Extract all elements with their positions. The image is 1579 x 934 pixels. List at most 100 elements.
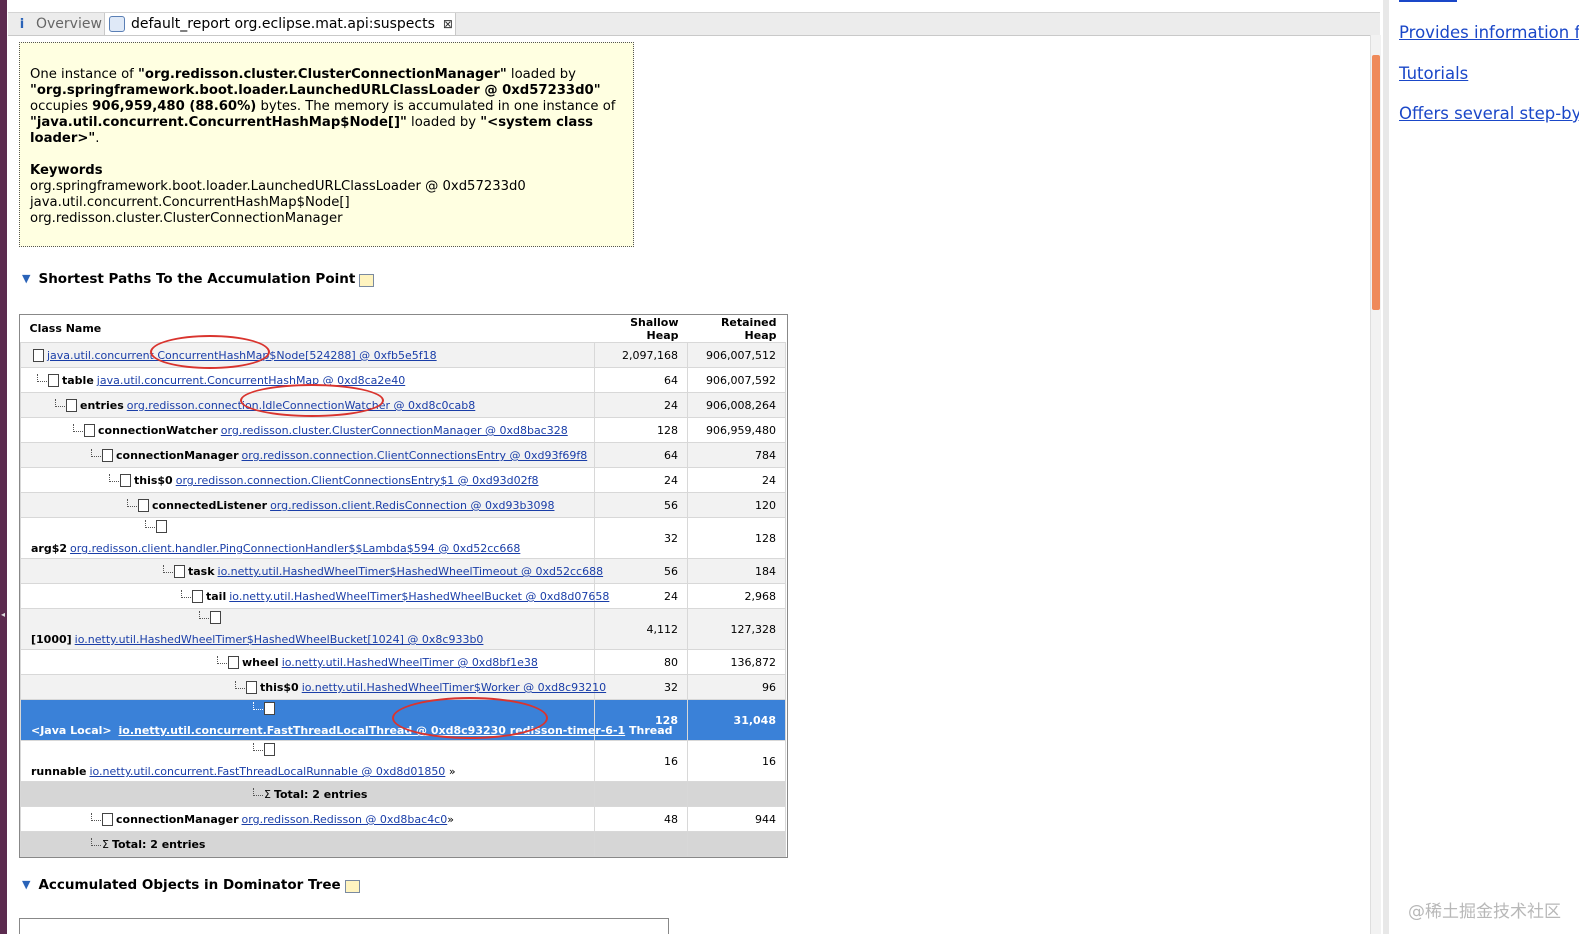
array-icon bbox=[210, 611, 221, 624]
help-link-tutorials[interactable]: Tutorials bbox=[1399, 64, 1468, 83]
desc-text: One instance of bbox=[30, 67, 139, 82]
expand-triangle-icon[interactable]: ▼ bbox=[22, 878, 30, 891]
tree-connector bbox=[163, 564, 173, 573]
tree-connector bbox=[253, 787, 263, 796]
vertical-scrollbar[interactable] bbox=[1370, 35, 1381, 934]
tree-connector bbox=[91, 448, 101, 457]
section-shortest-paths[interactable]: ▼ Shortest Paths To the Accumulation Poi… bbox=[22, 270, 375, 287]
desc-loader: "org.springframework.boot.loader.Launche… bbox=[30, 83, 601, 98]
object-link[interactable]: io.netty.util.HashedWheelTimer$HashedWhe… bbox=[218, 565, 604, 578]
table-row[interactable]: tail io.netty.util.HashedWheelTimer$Hashe… bbox=[20, 583, 786, 609]
retained-heap-cell: 24 bbox=[687, 467, 786, 493]
table-row[interactable]: connectionWatcher org.redisson.cluster.Cl… bbox=[20, 417, 786, 443]
table-row-selected[interactable]: <Java Local> io.netty.util.concurrent.Fa… bbox=[20, 699, 786, 741]
help-link-step-by-step[interactable]: Offers several step-by-s bbox=[1399, 104, 1579, 123]
query-icon[interactable] bbox=[359, 274, 375, 287]
paths-table: Class Name Shallow Heap Retained Heap ja… bbox=[19, 314, 788, 858]
shallow-heap-cell: 4,112 bbox=[594, 608, 688, 650]
tree-connector bbox=[199, 610, 209, 619]
retained-heap-cell: 906,007,592 bbox=[687, 367, 786, 393]
col-retained-heap[interactable]: Retained Heap bbox=[688, 315, 786, 343]
thread-icon bbox=[264, 702, 275, 715]
collapse-grip-icon[interactable]: ◂ bbox=[1, 610, 5, 619]
object-link[interactable]: org.redisson.Redisson @ 0xd8bac4c0 bbox=[242, 813, 448, 826]
table-row[interactable]: java.util.concurrent.ConcurrentHashMap$N… bbox=[20, 342, 786, 368]
retained-heap-cell: 120 bbox=[687, 492, 786, 518]
shallow-heap-cell: 2,097,168 bbox=[594, 342, 688, 368]
desc-text: loaded by bbox=[506, 67, 576, 82]
table-row[interactable]: connectedListener org.redisson.client.Red… bbox=[20, 492, 786, 518]
shallow-heap-cell: 80 bbox=[594, 649, 688, 675]
object-link[interactable]: java.util.concurrent.ConcurrentHashMap @… bbox=[97, 374, 405, 387]
table-row[interactable]: this$0 io.netty.util.HashedWheelTimer$Wor… bbox=[20, 674, 786, 700]
object-link[interactable]: org.redisson.connection.IdleConnectionWa… bbox=[127, 399, 476, 412]
object-link[interactable]: org.redisson.connection.ClientConnection… bbox=[242, 449, 588, 462]
tree-connector bbox=[145, 519, 155, 528]
object-link[interactable]: org.redisson.client.handler.PingConnecti… bbox=[70, 542, 520, 555]
object-link[interactable]: io.netty.util.HashedWheelTimer$HashedWhe… bbox=[75, 633, 484, 646]
section-title: Shortest Paths To the Accumulation Point bbox=[38, 270, 356, 287]
scrollbar-thumb[interactable] bbox=[1372, 55, 1380, 310]
field-name: <Java Local> bbox=[31, 724, 112, 737]
table-row[interactable]: wheel io.netty.util.HashedWheelTimer @ 0x… bbox=[20, 649, 786, 675]
tree-connector bbox=[91, 837, 101, 846]
total-label: Total: 2 entries bbox=[273, 788, 368, 801]
tab-default-report[interactable]: default_report org.eclipse.mat.api:suspe… bbox=[104, 13, 456, 35]
expand-triangle-icon[interactable]: ▼ bbox=[22, 272, 30, 285]
table-row[interactable]: runnable io.netty.util.concurrent.FastThr… bbox=[20, 740, 786, 782]
shallow-heap-cell: 64 bbox=[594, 367, 688, 393]
retained-heap-cell: 784 bbox=[687, 442, 786, 468]
info-icon: i bbox=[19, 16, 25, 32]
dominator-table-top bbox=[19, 918, 669, 934]
left-window-strip: ◂ bbox=[0, 0, 7, 934]
table-row[interactable]: arg$2 org.redisson.client.handler.PingCon… bbox=[20, 517, 786, 559]
expand-more-icon[interactable]: » bbox=[449, 765, 456, 778]
object-link[interactable]: org.redisson.client.RedisConnection @ 0x… bbox=[270, 499, 554, 512]
tab-overview[interactable]: i Overview bbox=[8, 13, 102, 35]
object-icon bbox=[192, 590, 203, 603]
object-link[interactable]: io.netty.util.HashedWheelTimer$HashedWhe… bbox=[229, 590, 609, 603]
object-link[interactable]: io.netty.util.concurrent.FastThreadLocal… bbox=[119, 724, 626, 737]
field-name: task bbox=[188, 565, 215, 578]
shallow-heap-cell: 64 bbox=[594, 442, 688, 468]
object-link[interactable]: org.redisson.connection.ClientConnection… bbox=[176, 474, 539, 487]
col-shallow-heap[interactable]: Shallow Heap bbox=[595, 315, 688, 343]
table-row[interactable]: task io.netty.util.HashedWheelTimer$Hashe… bbox=[20, 558, 786, 584]
object-icon bbox=[66, 399, 77, 412]
table-row[interactable]: entries org.redisson.connection.IdleConne… bbox=[20, 392, 786, 418]
sum-icon: Σ bbox=[102, 838, 109, 851]
tree-connector bbox=[253, 701, 263, 710]
tree-connector bbox=[217, 655, 227, 664]
tree-connector bbox=[91, 812, 101, 821]
retained-heap-cell: 2,968 bbox=[687, 583, 786, 609]
suspect-description: One instance of "org.redisson.cluster.Cl… bbox=[30, 67, 633, 147]
tree-connector bbox=[55, 398, 65, 407]
col-class-name[interactable]: Class Name bbox=[21, 315, 595, 343]
close-icon[interactable]: ⊠ bbox=[443, 17, 453, 31]
object-link[interactable]: io.netty.util.concurrent.FastThreadLocal… bbox=[89, 765, 445, 778]
query-icon[interactable] bbox=[344, 880, 360, 893]
desc-class: "org.redisson.cluster.ClusterConnectionM… bbox=[138, 67, 507, 82]
field-name: this$0 bbox=[260, 681, 299, 694]
tree-connector bbox=[181, 589, 191, 598]
table-row[interactable]: table java.util.concurrent.ConcurrentHash… bbox=[20, 367, 786, 393]
object-link[interactable]: org.redisson.cluster.ClusterConnectionMa… bbox=[221, 424, 568, 437]
shallow-heap-cell: 32 bbox=[594, 674, 688, 700]
expand-more-icon[interactable]: » bbox=[447, 813, 454, 826]
field-name: connectionManager bbox=[116, 813, 239, 826]
table-row[interactable]: [1000] io.netty.util.HashedWheelTimer$Has… bbox=[20, 608, 786, 650]
help-link-provides-information[interactable]: Provides information fo bbox=[1399, 23, 1579, 42]
table-row[interactable]: connectionManager org.redisson.Redisson @… bbox=[20, 806, 786, 832]
retained-heap-cell: 136,872 bbox=[687, 649, 786, 675]
help-panel: Provides information fo Tutorials Offers… bbox=[1383, 0, 1579, 934]
retained-heap-cell: 31,048 bbox=[687, 699, 786, 741]
field-name: table bbox=[62, 374, 94, 387]
object-link[interactable]: io.netty.util.HashedWheelTimer @ 0xd8bf1… bbox=[282, 656, 538, 669]
table-row[interactable]: this$0 org.redisson.connection.ClientConn… bbox=[20, 467, 786, 493]
object-link[interactable]: java.util.concurrent.ConcurrentHashMap$N… bbox=[47, 349, 437, 362]
total-label: Total: 2 entries bbox=[111, 838, 206, 851]
table-row[interactable]: connectionManager org.redisson.connection… bbox=[20, 442, 786, 468]
row-suffix: Thread bbox=[629, 724, 673, 737]
object-link[interactable]: io.netty.util.HashedWheelTimer$Worker @ … bbox=[302, 681, 606, 694]
section-accumulated-objects[interactable]: ▼ Accumulated Objects in Dominator Tree bbox=[22, 876, 360, 893]
